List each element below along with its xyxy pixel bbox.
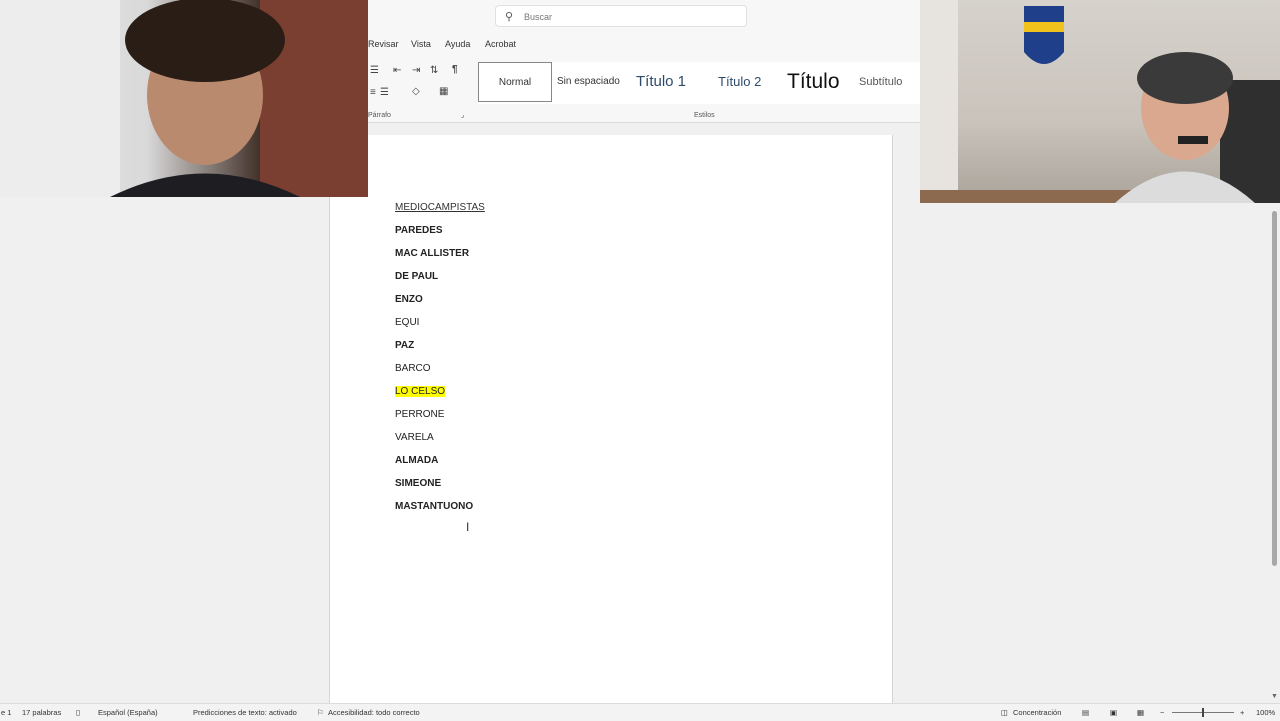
borders-icon[interactable]: ▦ [439,86,448,97]
search-placeholder: Buscar [524,12,553,22]
tab-acrobat[interactable]: Acrobat [485,39,516,49]
accessibility-icon: ⚐ [317,708,324,717]
text-cursor-icon: I [466,520,470,534]
styles-group-label: Estilos [694,112,715,119]
search-icon: ⚲ [505,11,514,23]
dialog-launcher-icon[interactable]: ⌟ [461,111,464,119]
participant-2-image [920,0,1280,203]
paragraph-group-label: Párrafo [368,112,391,119]
document-page[interactable]: MEDIOCAMPISTAS PAREDES MAC ALLISTER DE P… [329,135,893,705]
menu-bar: Revisar Vista Ayuda Acrobat [368,34,920,56]
language-indicator[interactable]: Español (España) [98,708,158,717]
word-count[interactable]: 17 palabras [22,708,61,717]
style-titulo-1[interactable]: Título 1 [636,62,686,102]
line-spacing-icon[interactable]: ☰ [380,87,389,98]
style-sin-espaciado[interactable]: Sin espaciado [557,62,625,102]
doc-line: ENZO [395,294,423,305]
style-titulo[interactable]: Título [787,62,840,102]
doc-line: PAREDES [395,225,443,236]
zoom-in-icon[interactable]: + [1240,708,1244,717]
doc-line: BARCO [395,363,431,374]
doc-line: PERRONE [395,409,445,420]
text-predictions-status[interactable]: Predicciones de texto: activado [193,708,297,717]
zoom-slider-thumb[interactable] [1202,708,1204,717]
vertical-scrollbar[interactable]: ▼ [1269,203,1280,703]
video-tile-participant-2 [920,0,1280,203]
doc-line-highlighted: LO CELSO [395,386,446,397]
doc-line: DE PAUL [395,271,439,282]
pilcrow-icon[interactable]: ¶ [452,64,458,75]
zoom-level[interactable]: 100% [1256,708,1275,717]
list-icon[interactable]: ☰ [370,65,379,76]
tab-ayuda[interactable]: Ayuda [445,39,470,49]
read-mode-icon[interactable]: ▤ [1082,708,1089,717]
accessibility-status[interactable]: Accesibilidad: todo correcto [328,708,420,717]
search-box[interactable]: ⚲ Buscar [495,5,747,27]
doc-line: ALMADA [395,455,439,466]
tab-revisar[interactable]: Revisar [368,39,399,49]
focus-mode-icon: ◫ [1001,708,1009,717]
style-titulo-2[interactable]: Título 2 [718,62,761,102]
styles-gallery: Normal Sin espaciado Título 1 Título 2 T… [478,62,920,104]
web-layout-icon[interactable]: ▦ [1137,708,1144,717]
sort-icon[interactable]: ⇅ [430,65,438,76]
doc-line: EQUI [395,317,420,328]
doc-line: VARELA [395,432,434,443]
style-subtitulo[interactable]: Subtítulo [859,62,902,102]
decrease-indent-icon[interactable]: ⇤ [393,65,401,76]
spelling-check-icon[interactable]: ▯ [76,708,80,717]
doc-line: SIMEONE [395,478,442,489]
status-bar: e 1 17 palabras ▯ Español (España) Predi… [0,703,1280,721]
focus-mode-button[interactable]: Concentración [1013,708,1061,717]
increase-indent-icon[interactable]: ⇥ [412,65,420,76]
participant-1-image [0,0,368,197]
align-icon[interactable]: ≡ [370,87,376,98]
doc-line: PAZ [395,340,415,351]
doc-line: MAC ALLISTER [395,248,470,259]
shading-icon[interactable]: ◇ [412,86,420,97]
style-normal[interactable]: Normal [478,62,552,102]
doc-line: MEDIOCAMPISTAS [395,202,485,213]
scroll-thumb[interactable] [1272,211,1277,566]
video-tile-participant-1 [0,0,368,197]
zoom-out-icon[interactable]: − [1160,708,1164,717]
scroll-down-icon[interactable]: ▼ [1271,693,1278,700]
ribbon: ☰ ⇤ ⇥ ⇅ ¶ ≡ ☰ ◇ ▦ Párrafo ⌟ Normal Sin e… [368,56,920,123]
tab-vista[interactable]: Vista [411,39,431,49]
page-indicator[interactable]: e 1 [1,708,11,717]
doc-line: MASTANTUONO [395,501,474,512]
print-layout-icon[interactable]: ▣ [1110,708,1117,717]
